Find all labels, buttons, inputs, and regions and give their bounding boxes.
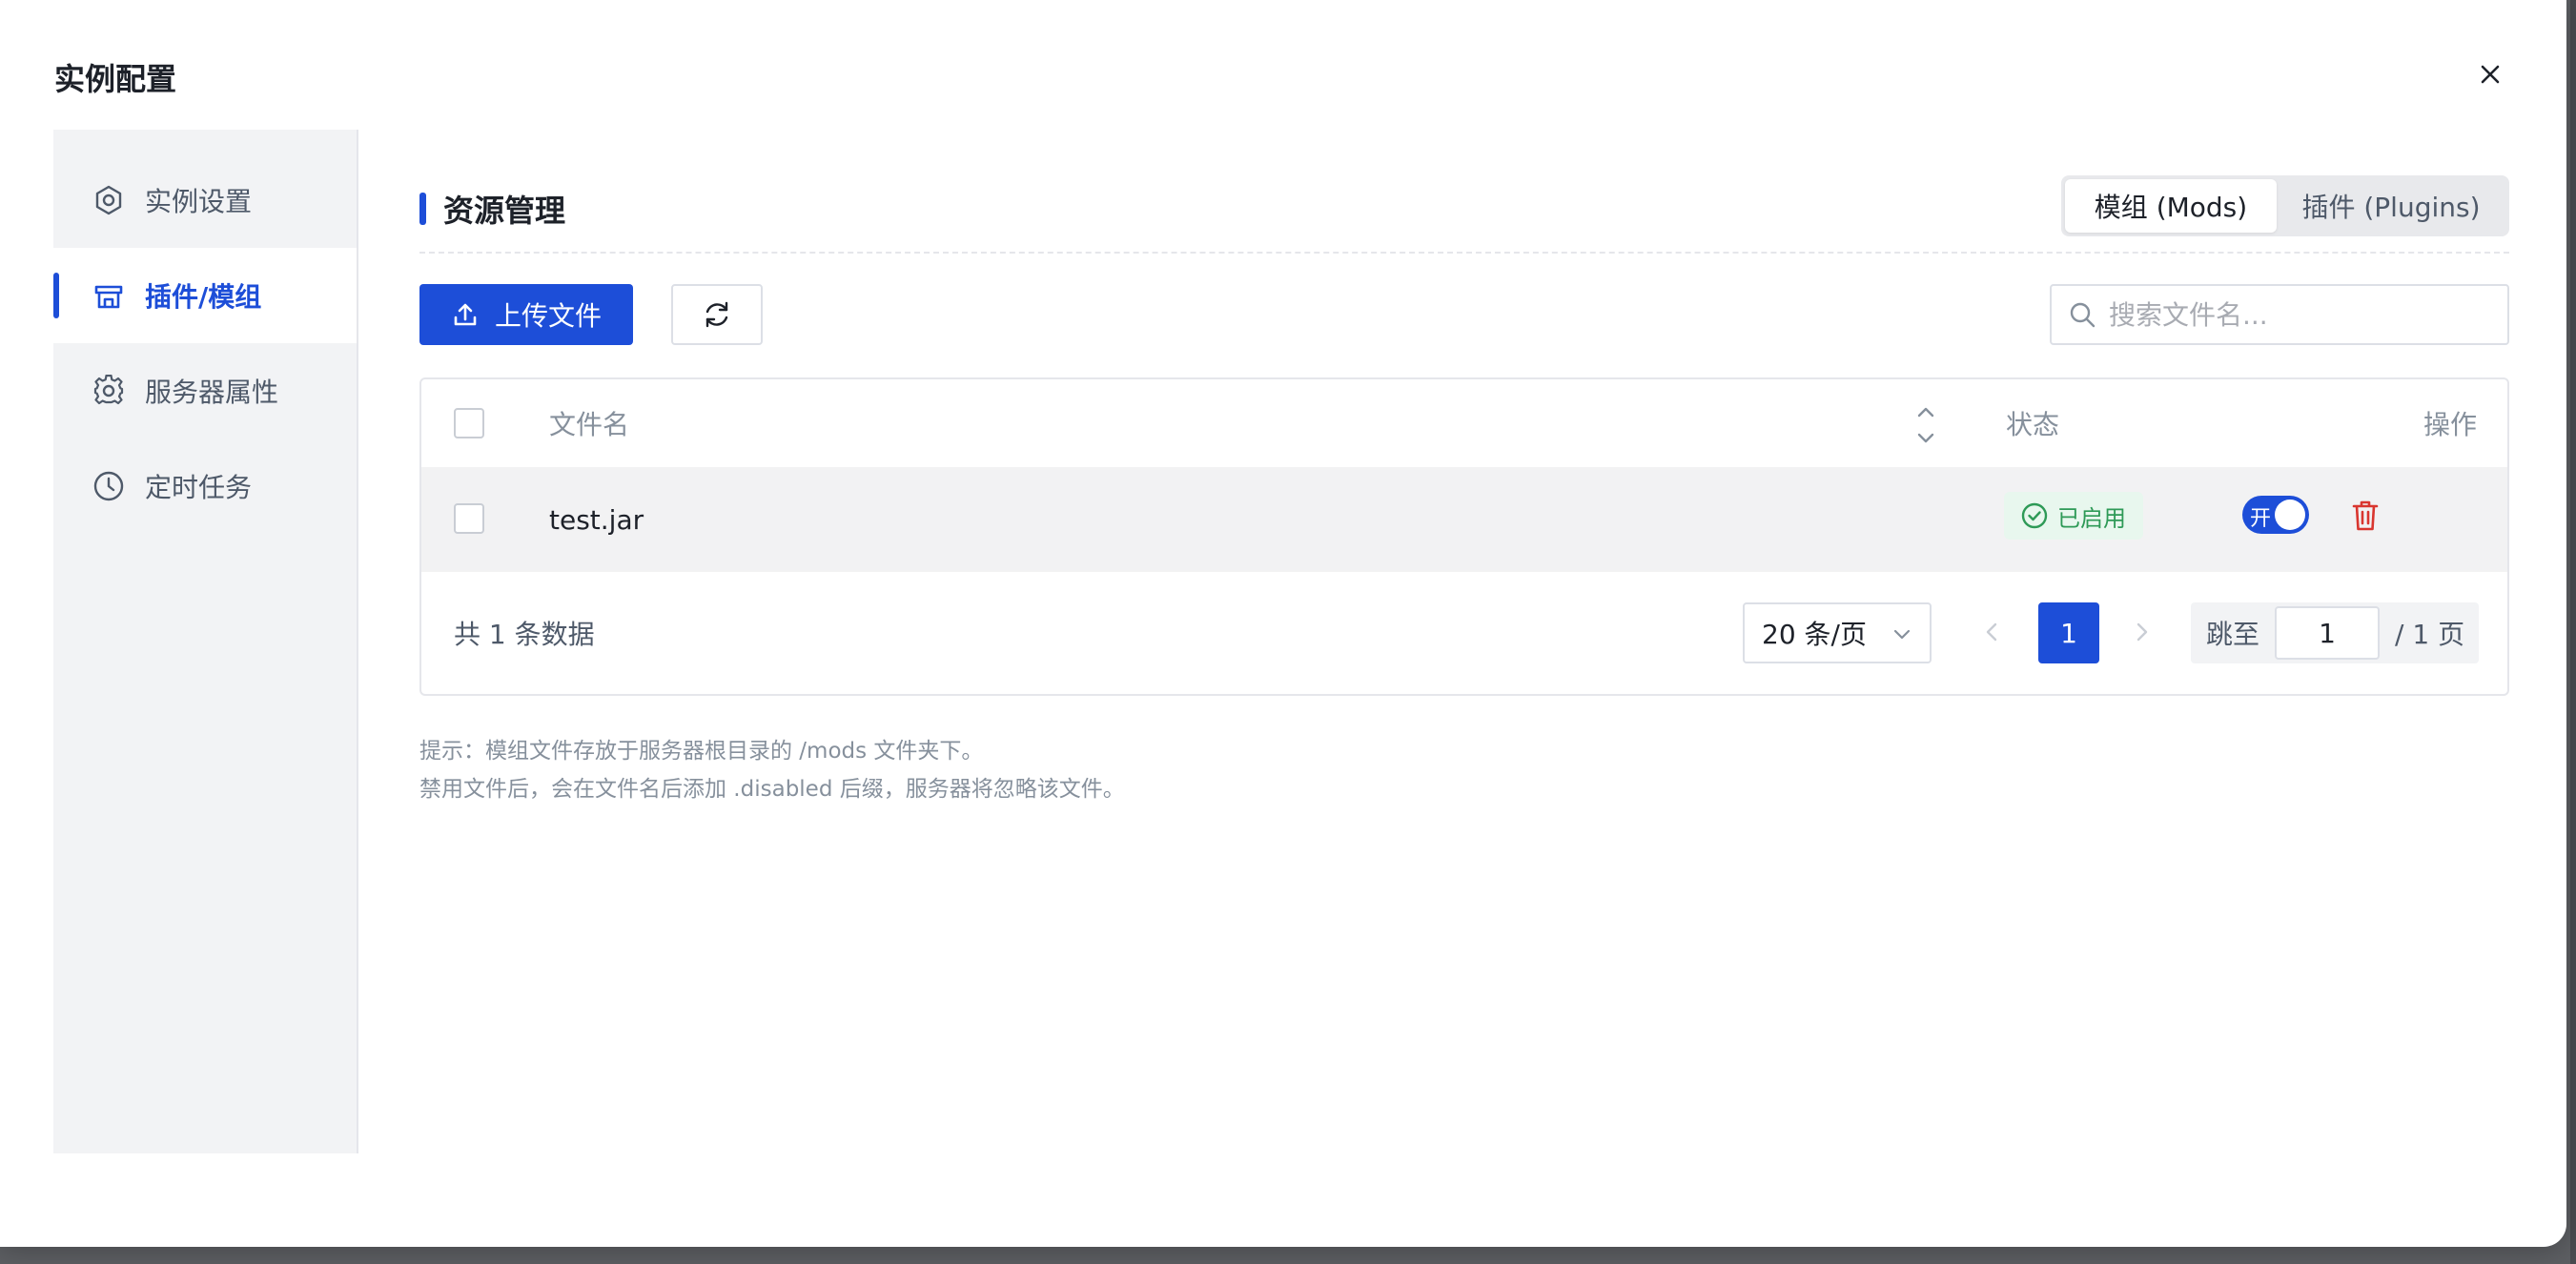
- hexagon-settings-icon: [92, 183, 126, 217]
- enable-toggle[interactable]: 开: [2242, 496, 2309, 534]
- total-pages: / 1 页: [2395, 619, 2465, 650]
- page-size-value: 20 条/页: [1762, 619, 1867, 650]
- file-table: 文件名 状态 操作 test.jar 已启用 开 共 1 条数据 20 条/页 …: [419, 377, 2509, 696]
- store-icon: [92, 278, 126, 313]
- sidebar-item-label: 实例设置: [145, 186, 253, 217]
- row-filename: test.jar: [549, 503, 644, 536]
- chevron-right-icon: [2136, 622, 2148, 642]
- close-button[interactable]: [2471, 55, 2509, 93]
- tab-plugins[interactable]: 插件 (Plugins): [2277, 179, 2505, 233]
- row-checkbox[interactable]: [454, 503, 484, 534]
- header-filename: 文件名: [549, 409, 630, 440]
- page-number-1[interactable]: 1: [2038, 602, 2099, 663]
- table-row: test.jar 已启用 开: [421, 467, 2507, 572]
- refresh-button[interactable]: [671, 284, 763, 345]
- sidebar-item-server-properties[interactable]: 服务器属性: [53, 343, 357, 438]
- status-badge: 已启用: [2004, 492, 2143, 540]
- refresh-icon: [705, 301, 728, 328]
- sidebar-item-label: 插件/模组: [145, 281, 262, 313]
- page-jumper: 跳至 / 1 页: [2191, 602, 2479, 663]
- tab-mods[interactable]: 模组 (Mods): [2065, 179, 2277, 233]
- section-title: 资源管理: [419, 187, 565, 231]
- section-accent-bar: [419, 193, 426, 225]
- upload-file-button[interactable]: 上传文件: [419, 284, 633, 345]
- close-icon: [2481, 65, 2500, 84]
- divider: [419, 252, 2509, 254]
- search-input[interactable]: [2109, 298, 2490, 331]
- trash-icon: [2352, 500, 2379, 531]
- modal-title: 实例配置: [54, 61, 177, 97]
- sidebar: 实例设置 插件/模组 服务器属性 定时任务: [53, 130, 358, 1153]
- resource-type-switch: 模组 (Mods) 插件 (Plugins): [2061, 175, 2509, 236]
- pagination-bar: 共 1 条数据 20 条/页 1 跳至 1 / 1 页: [421, 572, 2507, 694]
- chevron-down-icon: [1891, 623, 1912, 644]
- section-title-text: 资源管理: [443, 193, 566, 229]
- sidebar-item-label: 服务器属性: [145, 377, 279, 408]
- gear-icon: [92, 374, 126, 408]
- jump-label: 跳至: [2206, 619, 2260, 650]
- sort-icon[interactable]: [1914, 404, 1937, 453]
- jump-page-input[interactable]: [2275, 606, 2381, 660]
- search-box: [2050, 284, 2509, 345]
- delete-button[interactable]: [2351, 499, 2380, 539]
- search-icon: [2070, 302, 2096, 328]
- tip-line-1: 提示：模组文件存放于服务器根目录的 /mods 文件夹下。: [419, 739, 984, 764]
- sidebar-item-plugins-mods[interactable]: 插件/模组: [53, 248, 357, 343]
- toggle-knob: [2275, 499, 2305, 530]
- header-actions: 操作: [2423, 409, 2478, 440]
- check-circle-icon: [2021, 502, 2048, 529]
- prev-page-button[interactable]: [1981, 616, 2002, 655]
- chevron-left-icon: [1986, 622, 1997, 642]
- upload-file-label: 上传文件: [494, 300, 602, 332]
- next-page-button[interactable]: [2132, 616, 2153, 655]
- status-text: 已启用: [2057, 504, 2126, 532]
- upload-icon: [451, 300, 480, 329]
- sidebar-item-instance-settings[interactable]: 实例设置: [53, 153, 357, 248]
- clock-icon: [92, 469, 126, 503]
- header-status: 状态: [2006, 409, 2060, 440]
- total-count: 共 1 条数据: [454, 619, 595, 650]
- sidebar-item-scheduled-tasks[interactable]: 定时任务: [53, 438, 357, 534]
- page-size-select[interactable]: 20 条/页: [1743, 602, 1932, 663]
- backdrop: [2570, 0, 2576, 1264]
- sidebar-item-label: 定时任务: [145, 472, 253, 503]
- toggle-label: 开: [2250, 507, 2272, 531]
- table-header: 文件名 状态 操作: [421, 379, 2507, 467]
- select-all-checkbox[interactable]: [454, 408, 484, 438]
- tip-line-2: 禁用文件后，会在文件名后添加 .disabled 后缀，服务器将忽略该文件。: [419, 777, 1125, 802]
- instance-config-modal: 实例配置 实例设置 插件/模组 服务器属性 定时任务 资源管理 模组 (Mods…: [0, 0, 2566, 1247]
